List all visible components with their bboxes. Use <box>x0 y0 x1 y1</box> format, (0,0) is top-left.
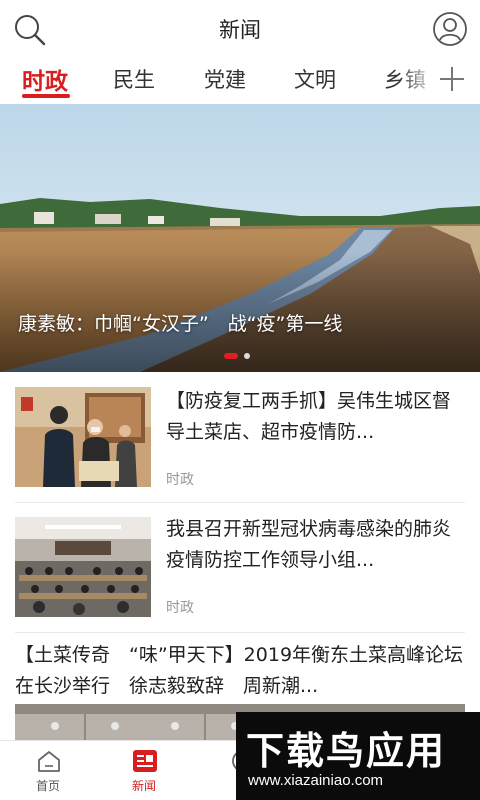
news-thumbnail <box>15 387 151 487</box>
news-title: 我县召开新型冠状病毒感染的肺炎疫情防控工作领导小组... <box>166 518 452 571</box>
watermark-logo: 下载鸟应用 <box>246 729 447 773</box>
nav-home-label: 首页 <box>35 779 60 793</box>
tab-dangjian[interactable]: 党建 <box>204 64 246 94</box>
nav-news[interactable]: 新闻 <box>104 741 184 800</box>
nav-news-label: 新闻 <box>131 779 156 793</box>
page-title: 新闻 <box>219 18 261 42</box>
news-item[interactable]: 我县召开新型冠状病毒感染的肺炎疫情防控工作领导小组... 时政 <box>0 503 480 633</box>
active-tab-indicator <box>22 94 70 98</box>
news-title: 【防疫复工两手抓】吴伟生城区督导土菜店、超市疫情防... <box>166 390 452 443</box>
top-bar: 新闻 <box>0 0 480 56</box>
carousel-dot-active <box>224 353 238 359</box>
news-item[interactable]: 【防疫复工两手抓】吴伟生城区督导土菜店、超市疫情防... 时政 <box>0 372 480 502</box>
add-tab-icon[interactable] <box>438 62 466 94</box>
news-category: 时政 <box>166 600 194 616</box>
banner-carousel[interactable]: 康素敏：巾帼“女汉子” 战“疫”第一线 <box>0 104 480 372</box>
tab-wenming[interactable]: 文明 <box>294 64 336 94</box>
home-icon <box>36 749 62 773</box>
watermark-url: www.xiazainiao.com <box>248 772 384 789</box>
banner-caption: 康素敏：巾帼“女汉子” 战“疫”第一线 <box>18 313 343 335</box>
news-thumbnail <box>15 517 151 617</box>
news-category: 时政 <box>166 472 194 488</box>
nav-home[interactable]: 首页 <box>8 741 88 800</box>
carousel-dot <box>244 353 250 359</box>
watermark: 下载鸟应用 www.xiazainiao.com <box>236 712 480 800</box>
news-icon <box>132 749 158 773</box>
user-avatar-icon[interactable] <box>432 11 468 47</box>
news-title-wide[interactable]: 【土菜传奇 “味”甲天下】2019年衡东土菜高峰论坛在长沙举行 徐志毅致辞 周新… <box>15 640 467 702</box>
tab-shizheng[interactable]: 时政 <box>22 62 68 96</box>
divider <box>15 632 465 633</box>
tabs-fade <box>398 56 438 104</box>
category-tabs: 时政 民生 党建 文明 乡镇 <box>0 56 480 104</box>
tab-minsheng[interactable]: 民生 <box>113 64 155 94</box>
